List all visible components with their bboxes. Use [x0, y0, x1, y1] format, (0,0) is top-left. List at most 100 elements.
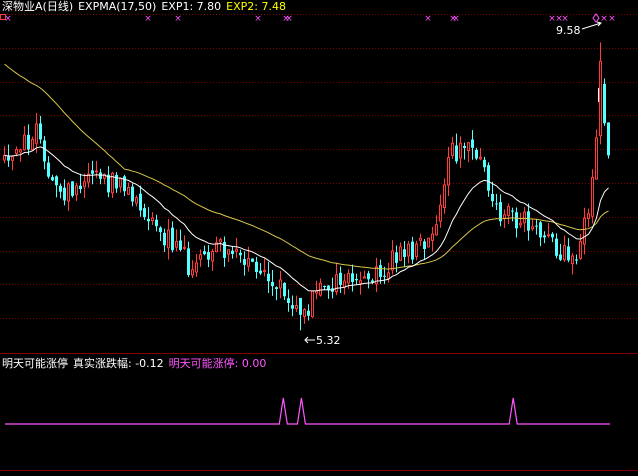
candle-body-down: [7, 156, 10, 161]
candle-body-down: [291, 305, 294, 309]
candle-body-down: [283, 282, 286, 297]
limit-up-marker: ×: [285, 14, 293, 24]
candle-body-down: [287, 298, 290, 303]
exp1-value: EXP1: 7.80: [161, 0, 222, 13]
candle-body-up: [591, 176, 594, 217]
candle-body-down: [155, 219, 158, 227]
candle-body-up: [547, 234, 550, 237]
candle-body-up: [579, 241, 582, 259]
candle-body-down: [395, 252, 398, 263]
candle-body-up: [427, 237, 430, 248]
candle-body-up: [95, 170, 98, 173]
high-arrow-icon: [581, 21, 602, 30]
candle-body-down: [559, 254, 562, 260]
candle-body-down: [163, 232, 166, 246]
candle-body-up: [31, 138, 34, 151]
candle-body-down: [99, 172, 102, 179]
candle-body-down: [271, 282, 274, 287]
candle-body-down: [79, 185, 82, 190]
candle-body-down: [63, 187, 66, 201]
candle-body-up: [151, 217, 154, 222]
candle-body-up: [363, 276, 366, 279]
candle-body-up: [563, 245, 566, 261]
candle-body-down: [379, 265, 382, 277]
candle-body-down: [367, 273, 370, 280]
limit-up-marker: ×: [174, 14, 182, 24]
candle-body-up: [503, 214, 506, 219]
candle-body-down: [91, 170, 94, 174]
diamond-marker: [592, 13, 600, 23]
candle-body-up: [11, 156, 14, 161]
candle-body-down: [39, 123, 42, 140]
candle-body-down: [179, 240, 182, 250]
candle-body-up: [571, 255, 574, 265]
candle-body-down: [259, 270, 262, 274]
candle-body-down: [239, 252, 242, 256]
candle-body-up: [387, 272, 390, 279]
chart-canvas[interactable]: × × × × ×× × ×× × ×× × ×9.585.32: [0, 0, 638, 472]
candle-body-up: [15, 148, 18, 154]
stock-name: 深物业A(日线): [2, 0, 74, 13]
candle-body-down: [607, 122, 610, 156]
candle-body-up: [459, 142, 462, 159]
candle-body-up: [295, 304, 298, 310]
kline-chart[interactable]: × × × × × × × × × × × × × × 9.58 5.32: [0, 0, 638, 472]
candle-body-down: [243, 259, 246, 265]
candle-body-down: [255, 261, 258, 272]
sub-indicator-title: 明天可能涨停: [2, 357, 68, 370]
candle-body-up: [595, 137, 598, 180]
exp2-value: EXP2: 7.48: [226, 0, 286, 13]
candle-body-up: [219, 239, 222, 243]
candle-body-up: [279, 279, 282, 289]
candle-body-up: [83, 181, 86, 188]
candle-body-down: [43, 140, 46, 162]
limit-up-marker: ×: [608, 14, 616, 24]
limit-up-marker: ×: [424, 14, 432, 24]
candle-body-down: [575, 259, 578, 261]
candle-body-down: [471, 139, 474, 148]
candle-body-down: [403, 249, 406, 257]
candle-body-down: [203, 251, 206, 255]
candle-body-down: [275, 287, 278, 289]
candle-body-up: [191, 269, 194, 276]
candle-body-down: [123, 176, 126, 192]
candle-body-down: [423, 241, 426, 249]
low-price-label: 5.32: [316, 334, 341, 347]
candle-body-down: [351, 273, 354, 283]
candle-body-up: [415, 243, 418, 257]
candle-body-up: [431, 233, 434, 241]
limit-up-marker: ×: [452, 14, 460, 24]
candle-body-up: [235, 248, 238, 252]
candle-body-down: [475, 149, 478, 159]
candle-body-down: [515, 212, 518, 229]
candle-body-up: [507, 206, 510, 216]
signal-value: 明天可能涨停: 0.00: [168, 357, 267, 370]
candle-body-up: [419, 237, 422, 241]
high-price-label: 9.58: [556, 24, 581, 37]
candle-body-down: [527, 211, 530, 231]
candle-body-down: [147, 218, 150, 222]
candle-body-up: [211, 251, 214, 262]
candle-body-down: [539, 222, 542, 238]
candle-body-down: [495, 203, 498, 205]
candle-body-up: [23, 134, 26, 151]
candle-body-up: [311, 290, 314, 318]
candle-body-up: [35, 123, 38, 144]
candle-body-up: [167, 229, 170, 249]
candle-body-up: [343, 280, 346, 288]
candle-body-down: [171, 227, 174, 251]
candle-body-down: [555, 238, 558, 256]
candle-body-down: [231, 250, 234, 255]
candle-body-down: [483, 159, 486, 168]
candle-body-down: [299, 297, 302, 315]
candle-body-up: [439, 204, 442, 222]
candle-body-up: [19, 149, 22, 153]
candle-body-down: [323, 285, 326, 288]
candle-body-up: [319, 282, 322, 296]
candle-body-up: [519, 222, 522, 226]
candle-body-down: [463, 145, 466, 149]
limit-up-marker: ×: [254, 14, 262, 24]
candle-body-down: [143, 208, 146, 218]
candle-body-up: [3, 154, 6, 161]
candle-body-down: [339, 272, 342, 285]
